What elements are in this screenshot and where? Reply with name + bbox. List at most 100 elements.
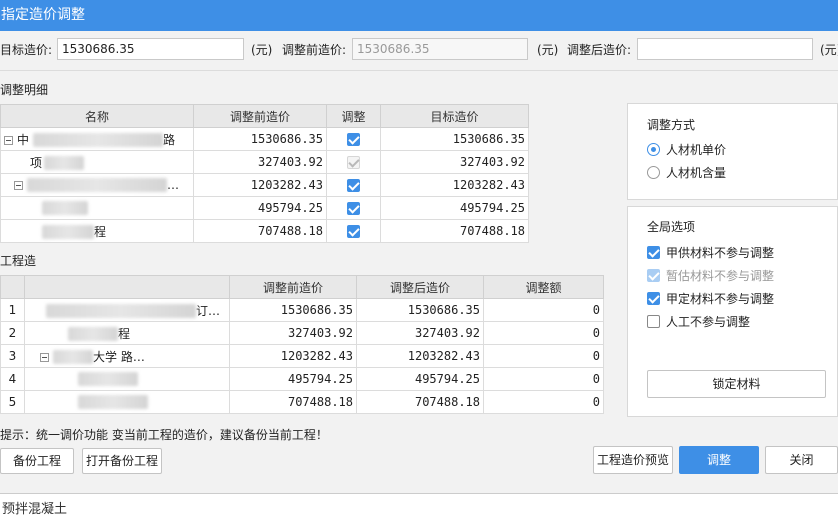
before-cell: 1203282.43 bbox=[193, 173, 327, 197]
col-before[interactable]: 调整前造价 bbox=[193, 104, 327, 128]
adjust-checkbox bbox=[347, 156, 360, 169]
checkbox[interactable] bbox=[647, 269, 660, 282]
after-cell: 1530686.35 bbox=[356, 298, 484, 322]
table-row[interactable]: 2 程 327403.92 327403.92 0 bbox=[0, 321, 604, 345]
radio-icon[interactable] bbox=[647, 143, 660, 156]
col-before[interactable]: 调整前造价 bbox=[229, 275, 357, 299]
tree-name-cell: 程 bbox=[0, 219, 194, 243]
tree-name-cell: 项 bbox=[0, 150, 194, 174]
collapse-icon[interactable] bbox=[14, 180, 23, 190]
option-jiagong[interactable]: 甲供材料不参与调整 bbox=[647, 244, 774, 261]
redacted-text bbox=[68, 327, 118, 341]
table-row[interactable]: 程 707488.18 707488.18 bbox=[0, 219, 529, 243]
table-row[interactable]: 中路 1530686.35 1530686.35 bbox=[0, 127, 529, 151]
adjust-cell bbox=[326, 173, 381, 197]
open-backup-button[interactable]: 打开备份工程 bbox=[82, 448, 162, 474]
row-number: 1 bbox=[0, 298, 25, 322]
after-cell: 707488.18 bbox=[356, 390, 484, 414]
before-cell: 707488.18 bbox=[193, 219, 327, 243]
target-price-input[interactable]: 1530686.35 bbox=[57, 38, 244, 60]
name-cell: 订… bbox=[24, 298, 230, 322]
radio-icon[interactable] bbox=[647, 166, 660, 179]
adjust-checkbox[interactable] bbox=[347, 179, 360, 192]
checkbox[interactable] bbox=[647, 246, 660, 259]
checkbox[interactable] bbox=[647, 292, 660, 305]
name-cell bbox=[24, 390, 230, 414]
adjust-checkbox[interactable] bbox=[347, 133, 360, 146]
after-cell: 327403.92 bbox=[356, 321, 484, 345]
col-diff[interactable]: 调整额 bbox=[483, 275, 604, 299]
redacted-text bbox=[44, 156, 85, 170]
before-cell: 327403.92 bbox=[229, 321, 357, 345]
table-row[interactable]: … 1203282.43 1203282.43 bbox=[0, 173, 529, 197]
table-row[interactable]: 495794.25 495794.25 bbox=[0, 196, 529, 220]
diff-cell: 0 bbox=[483, 390, 604, 414]
redacted-text bbox=[78, 395, 148, 410]
detail-table: 名称 调整前造价 调整 目标造价 中路 1530686.35 1530686.3… bbox=[0, 104, 529, 243]
redacted-text bbox=[46, 304, 196, 318]
redacted-text bbox=[27, 178, 167, 193]
before-cell: 327403.92 bbox=[193, 150, 327, 174]
target-cell[interactable]: 1203282.43 bbox=[380, 173, 529, 197]
divider bbox=[0, 70, 838, 71]
row-number: 3 bbox=[0, 344, 25, 368]
table-row[interactable]: 5 707488.18 707488.18 0 bbox=[0, 390, 604, 414]
option-rengong[interactable]: 人工不参与调整 bbox=[647, 313, 750, 330]
dialog-title: 指定造价调整 bbox=[0, 0, 838, 31]
global-options-panel: 全局选项 甲供材料不参与调整 暂估材料不参与调整 甲定材料不参与调整 人工不参与… bbox=[627, 206, 838, 417]
collapse-icon[interactable] bbox=[40, 352, 49, 362]
backup-button[interactable]: 备份工程 bbox=[0, 448, 74, 474]
background-text: 预拌混凝土 bbox=[2, 502, 68, 517]
redacted-text bbox=[53, 350, 93, 364]
radio-quantity[interactable]: 人材机含量 bbox=[647, 164, 726, 181]
unit-label: (元) bbox=[820, 43, 838, 57]
after-price-field[interactable] bbox=[637, 38, 813, 60]
detail-header-row: 名称 调整前造价 调整 目标造价 bbox=[0, 104, 529, 128]
col-index bbox=[0, 275, 25, 299]
radio-unit-price[interactable]: 人材机单价 bbox=[647, 141, 726, 158]
table-row[interactable]: 1 订… 1530686.35 1530686.35 0 bbox=[0, 298, 604, 322]
row-number: 4 bbox=[0, 367, 25, 391]
table-row[interactable]: 4 495794.25 495794.25 0 bbox=[0, 367, 604, 391]
col-name[interactable] bbox=[24, 275, 230, 299]
redacted-text bbox=[33, 133, 164, 147]
option-jiading[interactable]: 甲定材料不参与调整 bbox=[647, 290, 774, 307]
before-cell: 1203282.43 bbox=[229, 344, 357, 368]
adjust-cell bbox=[326, 196, 381, 220]
option-zangu[interactable]: 暂估材料不参与调整 bbox=[647, 267, 774, 284]
col-adjust[interactable]: 调整 bbox=[326, 104, 381, 128]
adjust-button[interactable]: 调整 bbox=[679, 446, 759, 474]
redacted-text bbox=[78, 372, 138, 387]
adjust-checkbox[interactable] bbox=[347, 202, 360, 215]
target-cell[interactable]: 495794.25 bbox=[380, 196, 529, 220]
adjust-checkbox[interactable] bbox=[347, 225, 360, 238]
target-cell[interactable]: 707488.18 bbox=[380, 219, 529, 243]
before-cell: 1530686.35 bbox=[229, 298, 357, 322]
target-cell[interactable]: 1530686.35 bbox=[380, 127, 529, 151]
col-after[interactable]: 调整后造价 bbox=[356, 275, 484, 299]
target-price-label: 目标造价: bbox=[0, 43, 53, 57]
close-button[interactable]: 关闭 bbox=[765, 446, 838, 474]
table-row[interactable]: 项 327403.92 327403.92 bbox=[0, 150, 529, 174]
name-cell: 程 bbox=[24, 321, 230, 345]
adjust-method-title: 调整方式 bbox=[647, 118, 696, 132]
project-header-row: 调整前造价 调整后造价 调整额 bbox=[0, 275, 604, 299]
col-name[interactable]: 名称 bbox=[0, 104, 194, 128]
diff-cell: 0 bbox=[483, 367, 604, 391]
preview-button[interactable]: 工程造价预览 bbox=[593, 446, 673, 474]
unit-label: (元) bbox=[537, 43, 559, 57]
collapse-icon[interactable] bbox=[4, 135, 13, 145]
table-row[interactable]: 3 大学 路… 1203282.43 1203282.43 0 bbox=[0, 344, 604, 368]
redacted-text bbox=[42, 225, 94, 239]
lock-material-button[interactable]: 锁定材料 bbox=[647, 370, 826, 398]
col-target[interactable]: 目标造价 bbox=[380, 104, 529, 128]
project-table: 调整前造价 调整后造价 调整额 1 订… 1530686.35 1530686.… bbox=[0, 275, 604, 414]
checkbox[interactable] bbox=[647, 315, 660, 328]
adjust-cell bbox=[326, 150, 381, 174]
project-section-label: 工程造 bbox=[0, 254, 37, 268]
name-cell bbox=[24, 367, 230, 391]
diff-cell: 0 bbox=[483, 344, 604, 368]
tree-name-cell bbox=[0, 196, 194, 220]
tree-name-cell: … bbox=[0, 173, 194, 197]
target-cell[interactable]: 327403.92 bbox=[380, 150, 529, 174]
